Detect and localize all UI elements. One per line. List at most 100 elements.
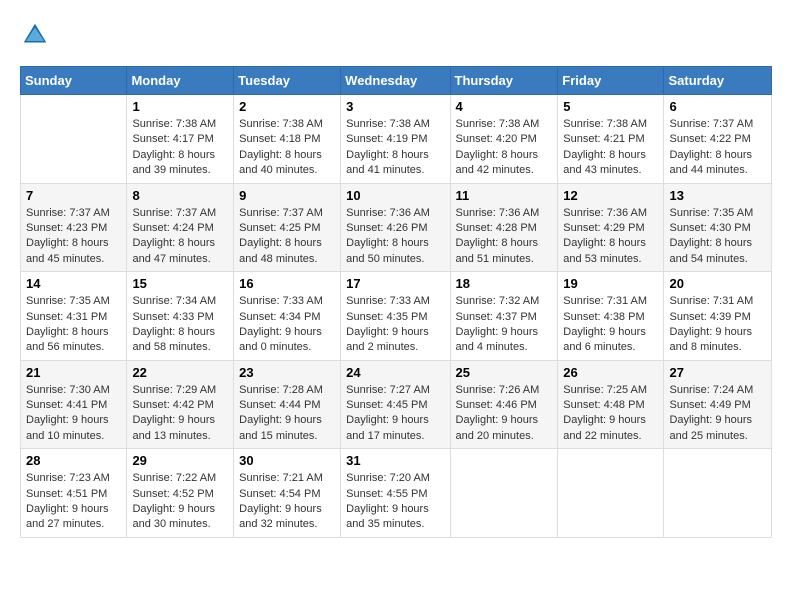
day-number: 28 bbox=[26, 453, 121, 468]
day-number: 25 bbox=[456, 365, 553, 380]
info-line: Daylight: 9 hours bbox=[346, 503, 429, 515]
day-number: 2 bbox=[239, 99, 335, 114]
info-line: Daylight: 9 hours bbox=[346, 326, 429, 338]
calendar-cell: 1 Sunrise: 7:38 AM Sunset: 4:17 PM Daylight… bbox=[127, 95, 234, 184]
day-info: Sunrise: 7:32 AMSunset: 4:37 PMDaylight:… bbox=[456, 294, 553, 356]
info-line: Sunset: 4:49 PM bbox=[669, 399, 750, 411]
info-line: Daylight: 9 hours bbox=[132, 503, 215, 515]
day-info: Sunrise: 7:37 AMSunset: 4:24 PMDaylight:… bbox=[132, 206, 228, 268]
info-line: Sunset: 4:20 PM bbox=[456, 133, 537, 145]
day-info: Sunrise: 7:38 AMSunset: 4:21 PMDaylight:… bbox=[563, 117, 658, 179]
info-line: Sunrise: 7:37 AM bbox=[132, 207, 216, 219]
info-line: Daylight: 9 hours bbox=[26, 503, 109, 515]
info-line: Sunrise: 7:36 AM bbox=[563, 207, 647, 219]
info-line: Daylight: 9 hours bbox=[456, 414, 539, 426]
info-line: Sunset: 4:30 PM bbox=[669, 222, 750, 234]
day-number: 5 bbox=[563, 99, 658, 114]
info-line: Daylight: 8 hours bbox=[563, 237, 646, 249]
info-line: Sunset: 4:41 PM bbox=[26, 399, 107, 411]
info-line: and 27 minutes. bbox=[26, 518, 104, 530]
info-line: Sunrise: 7:38 AM bbox=[456, 118, 540, 130]
info-line: Sunrise: 7:29 AM bbox=[132, 384, 216, 396]
info-line: Sunrise: 7:38 AM bbox=[563, 118, 647, 130]
calendar-table: SundayMondayTuesdayWednesdayThursdayFrid… bbox=[20, 66, 772, 538]
info-line: and 51 minutes. bbox=[456, 253, 534, 265]
info-line: Daylight: 8 hours bbox=[239, 237, 322, 249]
info-line: Daylight: 9 hours bbox=[669, 414, 752, 426]
day-info: Sunrise: 7:23 AMSunset: 4:51 PMDaylight:… bbox=[26, 471, 121, 533]
info-line: Daylight: 8 hours bbox=[26, 326, 109, 338]
day-info: Sunrise: 7:30 AMSunset: 4:41 PMDaylight:… bbox=[26, 383, 121, 445]
day-number: 22 bbox=[132, 365, 228, 380]
info-line: Sunrise: 7:38 AM bbox=[132, 118, 216, 130]
info-line: Daylight: 8 hours bbox=[563, 149, 646, 161]
day-info: Sunrise: 7:37 AMSunset: 4:22 PMDaylight:… bbox=[669, 117, 766, 179]
calendar-cell: 28 Sunrise: 7:23 AMSunset: 4:51 PMDayligh… bbox=[21, 449, 127, 538]
day-number: 18 bbox=[456, 276, 553, 291]
day-info: Sunrise: 7:38 AMSunset: 4:20 PMDaylight:… bbox=[456, 117, 553, 179]
calendar-cell: 7Sunrise: 7:37 AMSunset: 4:23 PMDaylight… bbox=[21, 183, 127, 272]
info-line: and 39 minutes. bbox=[132, 164, 210, 176]
info-line: Sunset: 4:42 PM bbox=[132, 399, 213, 411]
logo bbox=[20, 20, 52, 50]
calendar-cell: 23Sunrise: 7:28 AMSunset: 4:44 PMDayligh… bbox=[234, 360, 341, 449]
info-line: and 44 minutes. bbox=[669, 164, 747, 176]
info-line: Sunrise: 7:27 AM bbox=[346, 384, 430, 396]
info-line: Daylight: 9 hours bbox=[239, 503, 322, 515]
info-line: and 50 minutes. bbox=[346, 253, 424, 265]
calendar-body: 1 Sunrise: 7:38 AM Sunset: 4:17 PM Daylight… bbox=[21, 95, 772, 538]
day-number: 1 bbox=[132, 99, 228, 114]
info-line: Sunrise: 7:31 AM bbox=[669, 295, 753, 307]
calendar-cell bbox=[558, 449, 664, 538]
day-number: 8 bbox=[132, 188, 228, 203]
info-line: and 6 minutes. bbox=[563, 341, 635, 353]
info-line: Sunset: 4:52 PM bbox=[132, 488, 213, 500]
info-line: Sunset: 4:48 PM bbox=[563, 399, 644, 411]
day-number: 30 bbox=[239, 453, 335, 468]
info-line: Sunset: 4:45 PM bbox=[346, 399, 427, 411]
calendar-cell: 24Sunrise: 7:27 AMSunset: 4:45 PMDayligh… bbox=[341, 360, 450, 449]
info-line: Sunset: 4:17 PM bbox=[132, 133, 213, 145]
info-line: Daylight: 8 hours bbox=[456, 237, 539, 249]
calendar-cell bbox=[21, 95, 127, 184]
info-line: Daylight: 9 hours bbox=[239, 414, 322, 426]
day-number: 4 bbox=[456, 99, 553, 114]
day-number: 14 bbox=[26, 276, 121, 291]
calendar-cell bbox=[664, 449, 772, 538]
info-line: and 35 minutes. bbox=[346, 518, 424, 530]
info-line: and 58 minutes. bbox=[132, 341, 210, 353]
info-line: Daylight: 8 hours bbox=[132, 149, 215, 161]
info-line: Sunset: 4:26 PM bbox=[346, 222, 427, 234]
day-info: Sunrise: 7:22 AMSunset: 4:52 PMDaylight:… bbox=[132, 471, 228, 533]
info-line: Daylight: 9 hours bbox=[132, 414, 215, 426]
day-number: 12 bbox=[563, 188, 658, 203]
info-line: Sunrise: 7:36 AM bbox=[456, 207, 540, 219]
info-line: Daylight: 9 hours bbox=[346, 414, 429, 426]
info-line: Sunrise: 7:35 AM bbox=[669, 207, 753, 219]
weekday-header-monday: Monday bbox=[127, 67, 234, 95]
day-info: Sunrise: 7:27 AM Sunset: 4:45 PM Daylight:… bbox=[346, 383, 444, 445]
info-line: Daylight: 9 hours bbox=[26, 414, 109, 426]
calendar-cell: 6Sunrise: 7:37 AMSunset: 4:22 PMDaylight… bbox=[664, 95, 772, 184]
info-line: Sunset: 4:29 PM bbox=[563, 222, 644, 234]
calendar-cell: 3Sunrise: 7:38 AMSunset: 4:19 PMDaylight… bbox=[341, 95, 450, 184]
calendar-cell: 17Sunrise: 7:33 AMSunset: 4:35 PMDayligh… bbox=[341, 272, 450, 361]
info-line: and 54 minutes. bbox=[669, 253, 747, 265]
info-line: Sunrise: 7:38 AM bbox=[346, 118, 430, 130]
day-number: 31 bbox=[346, 453, 444, 468]
calendar-cell: 30 Sunrise: 7:21 AM Sunset: 4:54 PM Dayligh… bbox=[234, 449, 341, 538]
info-line: Daylight: 8 hours bbox=[669, 149, 752, 161]
info-line: Sunset: 4:28 PM bbox=[456, 222, 537, 234]
info-line: Sunset: 4:54 PM bbox=[239, 488, 320, 500]
day-number: 7 bbox=[26, 188, 121, 203]
calendar-cell: 20Sunrise: 7:31 AMSunset: 4:39 PMDayligh… bbox=[664, 272, 772, 361]
info-line: Sunrise: 7:37 AM bbox=[669, 118, 753, 130]
info-line: Sunrise: 7:32 AM bbox=[456, 295, 540, 307]
info-line: and 22 minutes. bbox=[563, 430, 641, 442]
info-line: Sunrise: 7:21 AM bbox=[239, 472, 323, 484]
info-line: and 42 minutes. bbox=[456, 164, 534, 176]
day-number: 21 bbox=[26, 365, 121, 380]
weekday-header-wednesday: Wednesday bbox=[341, 67, 450, 95]
calendar-cell: 13Sunrise: 7:35 AMSunset: 4:30 PMDayligh… bbox=[664, 183, 772, 272]
calendar-cell: 14Sunrise: 7:35 AMSunset: 4:31 PMDayligh… bbox=[21, 272, 127, 361]
